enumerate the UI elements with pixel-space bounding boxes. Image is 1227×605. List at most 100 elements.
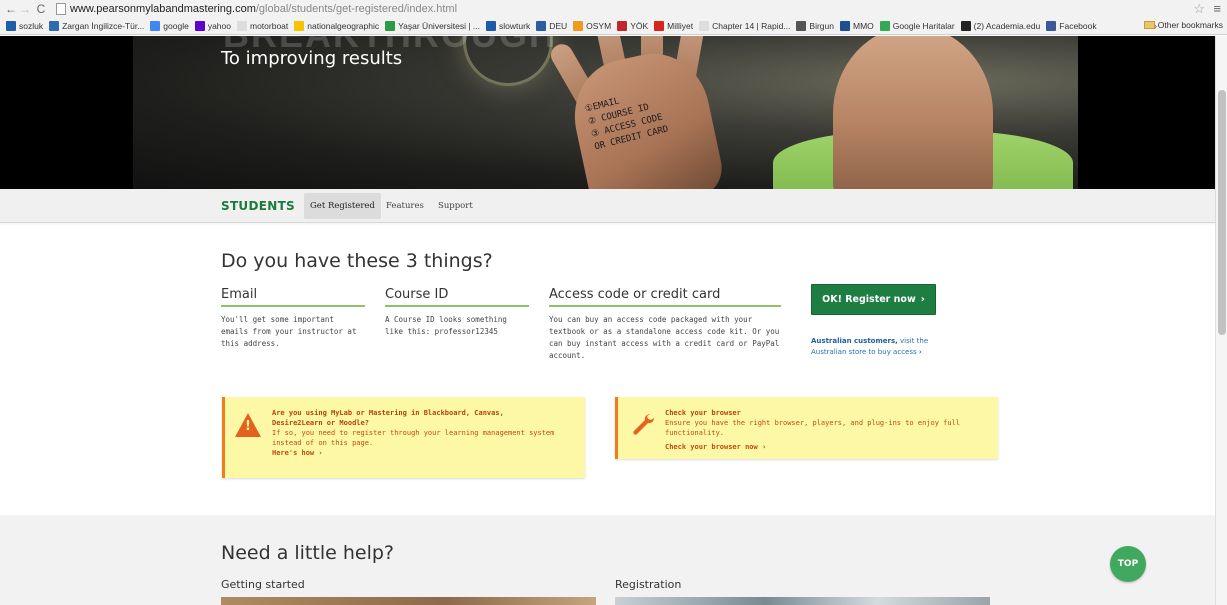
hero-background: BREAKTHROUGH To improving results ①EMAIL…: [0, 36, 1215, 189]
students-subnav: STUDENTS Get Registered Features Support: [0, 189, 1215, 223]
bookmark-label: Google Haritalar: [892, 20, 955, 31]
bookmark-favicon-icon: [617, 20, 628, 31]
bookmark-item[interactable]: google: [150, 20, 189, 31]
text-line: like this: professor12345: [385, 327, 498, 336]
text-line: account.: [549, 351, 586, 360]
check-browser-label: Check your browser now: [665, 443, 758, 451]
bookmark-favicon-icon: [960, 20, 971, 31]
other-bookmarks-button[interactable]: Other bookmarks: [1143, 20, 1223, 30]
back-to-top-button[interactable]: TOP: [1110, 546, 1146, 582]
bookmark-label: slowturk: [499, 20, 531, 31]
bookmark-item[interactable]: nationalgeographic: [294, 20, 379, 31]
bookmark-favicon-icon: [536, 20, 547, 31]
page-scrollbar[interactable]: [1215, 36, 1227, 605]
bookmarks-bar: sozluk Zargan İngilizce-Tür... google yahoo…: [0, 17, 1227, 35]
bookmark-label: YÖK: [630, 20, 649, 31]
bookmark-item[interactable]: motorboat: [237, 20, 288, 31]
url-host: www.pearsonmylabandmastering.com: [70, 2, 256, 15]
australian-store-link[interactable]: Australian customers, visit the Australi…: [811, 336, 961, 358]
chevron-right-icon: ›: [761, 443, 767, 451]
browser-alert: Check your browser Ensure you have the r…: [615, 397, 998, 459]
browser-alert-title: Check your browser: [665, 409, 741, 417]
bookmark-item[interactable]: Chapter 14 | Rapid...: [699, 20, 791, 31]
registration-video-thumbnail[interactable]: [615, 597, 990, 605]
bookmark-item[interactable]: Yaşar Üniversitesi | ...: [385, 20, 481, 31]
bookmark-item[interactable]: MMO: [839, 20, 874, 31]
bookmark-label: Chapter 14 | Rapid...: [712, 20, 791, 31]
forward-arrow-icon[interactable]: →: [18, 2, 32, 16]
lms-alert-text-line: instead of on this page.: [272, 439, 374, 447]
bookmark-label: MMO: [852, 20, 874, 31]
bookmark-label: DEU: [549, 20, 568, 31]
bookmark-item[interactable]: OSYM: [573, 20, 611, 31]
bookmark-item[interactable]: DEU: [536, 20, 568, 31]
bookmark-favicon-icon: [573, 20, 584, 31]
page-title: Do you have these 3 things?: [221, 250, 493, 272]
bookmark-item[interactable]: Facebook: [1046, 20, 1097, 31]
bookmark-favicon-icon: [879, 20, 890, 31]
chevron-right-icon: ›: [918, 348, 922, 356]
url-path: /global/students/get-registered/index.ht…: [255, 2, 458, 15]
bookmark-favicon-icon: [49, 20, 60, 31]
hero-banner: BREAKTHROUGH To improving results ①EMAIL…: [133, 36, 1078, 189]
lms-alert: ! Are you using MyLab or Mastering in Bl…: [222, 397, 585, 478]
help-section: Need a little help? Getting started Regi…: [0, 515, 1215, 605]
bookmark-label: Birgun: [809, 20, 834, 31]
bookmark-item[interactable]: (2) Academia.edu: [960, 20, 1040, 31]
hero-person-face: [833, 36, 993, 189]
bookmark-item[interactable]: slowturk: [486, 20, 531, 31]
text-line: A Course ID looks something: [385, 315, 507, 324]
bookmark-favicon-icon: [6, 20, 16, 31]
bookmark-label: yahoo: [207, 20, 231, 31]
bookmark-star-icon[interactable]: ☆: [1193, 1, 1205, 17]
lms-alert-body: Are you using MyLab or Mastering in Blac…: [272, 408, 582, 458]
tab-get-registered[interactable]: Get Registered: [304, 193, 381, 219]
bookmark-favicon-icon: [1046, 20, 1057, 31]
bookmark-label: Zargan İngilizce-Tür...: [62, 20, 145, 31]
heres-how-link[interactable]: Here's how ›: [272, 448, 582, 458]
folder-icon: [1143, 21, 1155, 29]
registration-heading: Registration: [615, 578, 682, 591]
bookmark-favicon-icon: [294, 20, 305, 31]
bookmark-favicon-icon: [150, 20, 161, 31]
course-id-heading: Course ID: [385, 287, 529, 307]
register-now-button[interactable]: OK! Register now ›: [811, 284, 936, 315]
scrollbar-thumb[interactable]: [1218, 90, 1226, 335]
back-arrow-icon[interactable]: ←: [4, 2, 18, 16]
course-id-description: A Course ID looks something like this: p…: [385, 314, 535, 338]
chevron-right-icon: ›: [920, 294, 925, 305]
bookmark-label: Milliyet: [667, 20, 694, 31]
text-line: can buy instant access with a credit car…: [549, 339, 780, 348]
bookmark-item[interactable]: Milliyet: [654, 20, 694, 31]
bookmark-item[interactable]: Birgun: [796, 20, 834, 31]
reload-icon[interactable]: C: [34, 2, 48, 16]
text-line: this address.: [221, 339, 280, 348]
access-code-description: You can buy an access code packaged with…: [549, 314, 799, 362]
hero-subtitle: To improving results: [221, 48, 403, 69]
lms-alert-title-line: Are you using MyLab or Mastering in Blac…: [272, 409, 504, 417]
bookmark-item[interactable]: Google Haritalar: [879, 20, 955, 31]
browser-alert-body: Check your browser Ensure you have the r…: [665, 408, 995, 452]
menu-icon[interactable]: ≡: [1213, 1, 1221, 16]
bookmark-item[interactable]: yahoo: [194, 20, 231, 31]
aus-text-line2: Australian store to buy access: [811, 348, 917, 356]
getting-started-video-thumbnail[interactable]: [221, 597, 596, 605]
url-field[interactable]: www.pearsonmylabandmastering.com/global/…: [70, 3, 457, 15]
bookmark-label: Facebook: [1059, 20, 1097, 31]
bookmark-item[interactable]: Zargan İngilizce-Tür...: [49, 20, 145, 31]
tab-support[interactable]: Support: [432, 193, 479, 219]
bookmark-item[interactable]: sozluk: [6, 20, 43, 31]
bookmark-favicon-icon: [194, 20, 205, 31]
text-line: You can buy an access code packaged with…: [549, 315, 753, 324]
check-browser-link[interactable]: Check your browser now ›: [665, 442, 995, 452]
email-heading: Email: [221, 287, 365, 307]
tab-features[interactable]: Features: [380, 193, 430, 219]
bookmark-favicon-icon: [237, 20, 247, 31]
bookmark-label: Yaşar Üniversitesi | ...: [398, 20, 481, 31]
bookmark-label: google: [163, 20, 189, 31]
browser-alert-text: Ensure you have the right browser, playe…: [665, 419, 961, 437]
subnav-brand[interactable]: STUDENTS: [221, 199, 295, 213]
bookmark-item[interactable]: YÖK: [617, 20, 649, 31]
page-icon: [56, 2, 66, 15]
text-line: emails from your instructor at: [221, 327, 357, 336]
